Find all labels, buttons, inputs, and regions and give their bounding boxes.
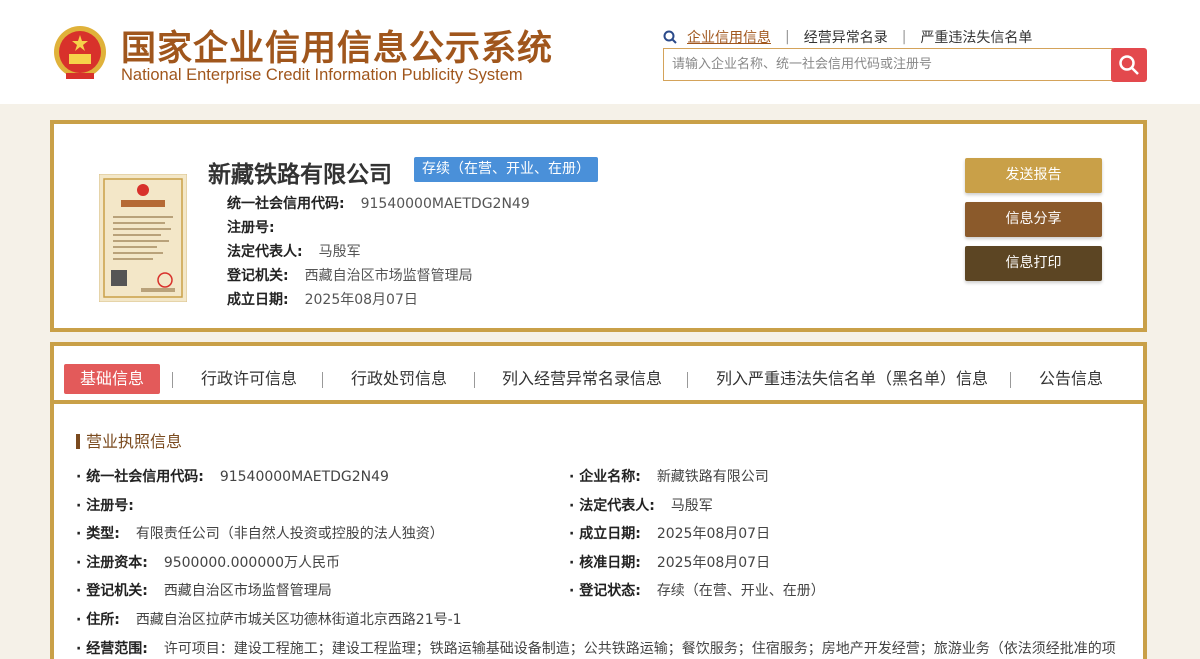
field-value: 存续（在营、开业、在册） <box>657 583 825 599</box>
nav-enterprise-credit[interactable]: 企业信用信息 <box>687 27 771 47</box>
field-address: 住所: 西藏自治区拉萨市城关区功德林街道北京西路21号-1 <box>76 609 462 629</box>
field-reg-authority: 登记机关: 西藏自治区市场监督管理局 <box>76 580 332 600</box>
field-label: 企业名称: <box>569 469 641 485</box>
field-reg-status: 登记状态: 存续（在营、开业、在册） <box>569 580 825 600</box>
tab-divider <box>687 372 688 388</box>
tab-abnormal-list[interactable]: 列入经营异常名录信息 <box>502 364 662 394</box>
site-title: 国家企业信用信息公示系统 <box>121 20 553 71</box>
field-value: 西藏自治区市场监督管理局 <box>164 583 332 599</box>
share-info-button[interactable]: 信息分享 <box>965 202 1102 237</box>
tab-divider <box>322 372 323 388</box>
send-report-button[interactable]: 发送报告 <box>965 158 1102 193</box>
field-value: 9500000.000000万人民币 <box>164 555 340 571</box>
field-label: 类型: <box>76 526 120 542</box>
field-label: 登记状态: <box>569 583 641 599</box>
field-value: 许可项目：建设工程施工；建设工程监理；铁路运输基础设备制造；公共铁路运输；餐饮服… <box>164 641 1116 657</box>
search-button[interactable] <box>1111 48 1147 82</box>
field-value: 2025年08月07日 <box>657 555 770 571</box>
field-label: 登记机关: <box>76 583 148 599</box>
field-label: 成立日期: <box>569 526 641 542</box>
tab-admin-penalty[interactable]: 行政处罚信息 <box>351 364 447 394</box>
field-business-scope: 经营范围: 许可项目：建设工程施工；建设工程监理；铁路运输基础设备制造；公共铁路运… <box>76 638 1126 658</box>
tab-divider <box>1010 372 1011 388</box>
search-type-nav: 企业信用信息 | 经营异常名录 | 严重违法失信名单 <box>663 27 1032 47</box>
field-value: 2025年08月07日 <box>657 526 770 542</box>
status-badge: 存续（在营、开业、在册） <box>414 157 598 182</box>
search-box <box>663 48 1113 81</box>
field-label: 统一社会信用代码: <box>76 469 204 485</box>
detail-panel: 基础信息 行政许可信息 行政处罚信息 列入经营异常名录信息 列入严重违法失信名单… <box>50 342 1147 659</box>
site-subtitle: National Enterprise Credit Information P… <box>121 66 523 85</box>
nav-divider: | <box>785 29 790 45</box>
tab-basic-info[interactable]: 基础信息 <box>64 364 160 394</box>
field-value: 马殷军 <box>319 244 361 260</box>
section-title: 营业执照信息 <box>76 428 182 452</box>
company-name: 新藏铁路有限公司 <box>208 155 392 189</box>
tab-divider <box>474 372 475 388</box>
site-header: 国家企业信用信息公示系统 National Enterprise Credit … <box>0 0 1200 104</box>
field-value: 91540000MAETDG2N49 <box>361 196 530 212</box>
field-credit-code: 统一社会信用代码: 91540000MAETDG2N49 <box>76 466 389 486</box>
field-value: 91540000MAETDG2N49 <box>220 469 389 485</box>
field-value: 马殷军 <box>671 498 713 514</box>
field-label: 成立日期: <box>227 292 289 308</box>
field-reg-capital: 注册资本: 9500000.000000万人民币 <box>76 552 340 572</box>
info-legal-rep: 法定代表人: 马殷军 <box>227 241 361 261</box>
field-value: 新藏铁路有限公司 <box>657 469 769 485</box>
nav-blacklist[interactable]: 严重违法失信名单 <box>920 27 1032 47</box>
field-label: 登记机关: <box>227 268 289 284</box>
field-label: 注册资本: <box>76 555 148 571</box>
field-company-name: 企业名称: 新藏铁路有限公司 <box>569 466 769 486</box>
print-info-button[interactable]: 信息打印 <box>965 246 1102 281</box>
field-legal-rep: 法定代表人: 马殷军 <box>569 495 713 515</box>
field-value: 西藏自治区拉萨市城关区功德林街道北京西路21号-1 <box>136 612 462 628</box>
field-company-type: 类型: 有限责任公司（非自然人投资或控股的法人独资） <box>76 523 444 543</box>
field-label: 住所: <box>76 612 120 628</box>
field-label: 注册号: <box>76 498 134 514</box>
nav-abnormal-list[interactable]: 经营异常名录 <box>804 27 888 47</box>
field-label: 核准日期: <box>569 555 641 571</box>
info-founded-date: 成立日期: 2025年08月07日 <box>227 289 418 309</box>
field-label: 法定代表人: <box>227 244 303 260</box>
company-summary-card: 新藏铁路有限公司 存续（在营、开业、在册） 统一社会信用代码: 91540000M… <box>50 120 1147 332</box>
search-icon <box>663 30 677 44</box>
tab-announcements[interactable]: 公告信息 <box>1039 364 1103 394</box>
field-value: 有限责任公司（非自然人投资或控股的法人独资） <box>136 526 444 542</box>
field-label: 注册号: <box>227 220 275 236</box>
business-license-image[interactable] <box>99 174 187 302</box>
search-icon <box>1118 54 1140 76</box>
field-founded-date: 成立日期: 2025年08月07日 <box>569 523 770 543</box>
national-emblem-icon <box>52 24 108 82</box>
nav-divider: | <box>902 29 907 45</box>
info-reg-number: 注册号: <box>227 217 291 237</box>
tab-divider <box>172 372 173 388</box>
field-label: 法定代表人: <box>569 498 655 514</box>
search-input[interactable] <box>664 49 1112 80</box>
field-value: 西藏自治区市场监督管理局 <box>305 268 473 284</box>
field-approval-date: 核准日期: 2025年08月07日 <box>569 552 770 572</box>
tab-blacklist[interactable]: 列入严重违法失信名单（黑名单）信息 <box>716 364 988 394</box>
tab-admin-license[interactable]: 行政许可信息 <box>201 364 297 394</box>
field-value: 2025年08月07日 <box>305 292 418 308</box>
tab-bar: 基础信息 行政许可信息 行政处罚信息 列入经营异常名录信息 列入严重违法失信名单… <box>54 346 1143 404</box>
field-reg-number: 注册号: <box>76 495 150 515</box>
info-reg-authority: 登记机关: 西藏自治区市场监督管理局 <box>227 265 473 285</box>
field-label: 统一社会信用代码: <box>227 196 345 212</box>
field-label: 经营范围: <box>76 641 148 657</box>
info-credit-code: 统一社会信用代码: 91540000MAETDG2N49 <box>227 193 530 213</box>
